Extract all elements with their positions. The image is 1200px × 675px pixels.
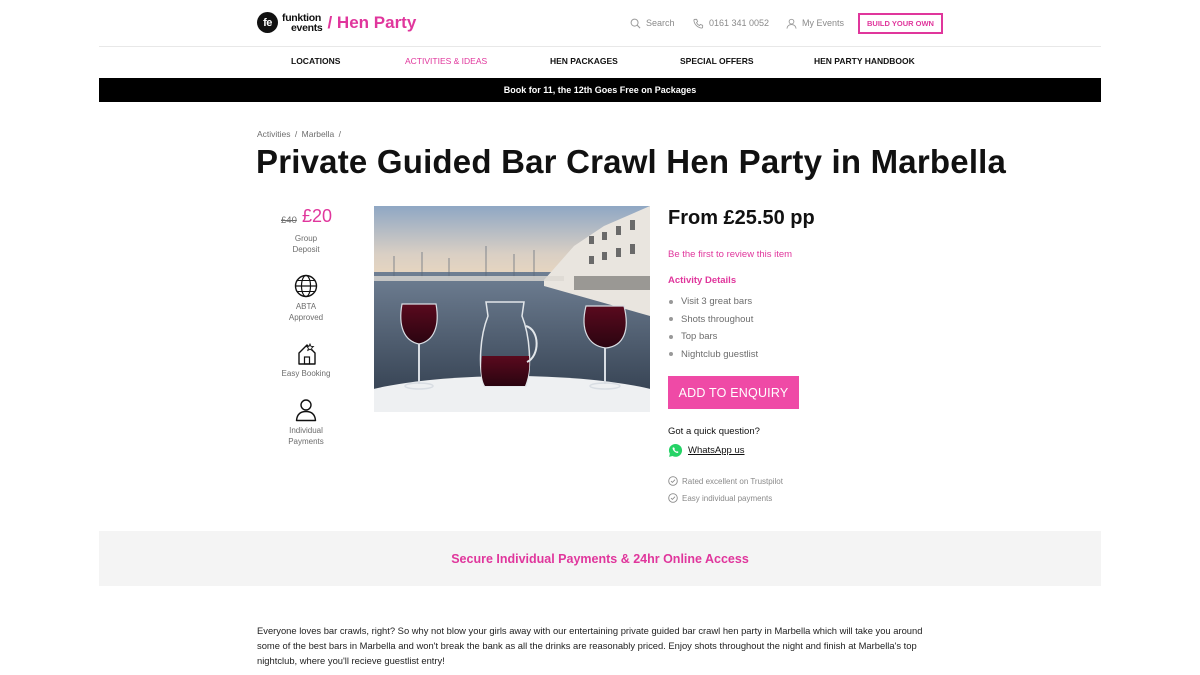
- site-logo[interactable]: fe funktion events / Hen Party: [257, 12, 416, 33]
- old-deposit-price: £40: [281, 215, 297, 226]
- search-icon: [630, 18, 641, 28]
- search-link[interactable]: Search: [630, 14, 675, 32]
- abta-label-line1: ABTA: [295, 302, 317, 311]
- page-title: Private Guided Bar Crawl Hen Party in Ma…: [256, 143, 1007, 180]
- search-label: Search: [646, 18, 675, 28]
- user-icon: [786, 18, 797, 29]
- whatsapp-label: WhatsApp us: [688, 445, 745, 456]
- add-to-enquiry-button[interactable]: ADD TO ENQUIRY: [668, 376, 799, 409]
- trust-point: Rated excellent on Trustpilot: [668, 476, 783, 486]
- logo-line1: funktion: [282, 11, 322, 24]
- trust-point-text: Rated excellent on Trustpilot: [682, 476, 783, 486]
- trust-point-text: Easy individual payments: [682, 493, 773, 503]
- my-events-label: My Events: [802, 18, 845, 28]
- product-description: Everyone loves bar crawls, right? So why…: [257, 625, 923, 666]
- main-nav: LOCATIONS ACTIVITIES & IDEAS HEN PACKAGE…: [0, 56, 1200, 70]
- my-events-link[interactable]: My Events: [786, 14, 844, 32]
- deposit-label-line1: Group: [294, 234, 318, 243]
- phone-number: 0161 341 0052: [709, 18, 770, 28]
- globe-icon: [294, 274, 318, 298]
- secure-payments-band: Secure Individual Payments & 24hr Online…: [99, 531, 1101, 586]
- build-your-own-button[interactable]: BUILD YOUR OWN: [858, 13, 943, 34]
- review-link[interactable]: Be the first to review this item: [668, 249, 792, 260]
- nav-special-offers[interactable]: SPECIAL OFFERS: [680, 56, 754, 66]
- deposit-label-line2: Deposit: [292, 245, 320, 254]
- house-star-icon: [298, 342, 316, 365]
- logo-line2: events: [291, 21, 323, 34]
- activity-details-heading: Activity Details: [668, 275, 737, 286]
- list-item: Nightclub guestlist: [668, 346, 758, 364]
- phone-icon: [693, 18, 704, 29]
- trust-point: Easy individual payments: [668, 493, 772, 503]
- abta-label: ABTA Approved: [261, 301, 351, 323]
- nav-hen-packages[interactable]: HEN PACKAGES: [550, 56, 618, 66]
- breadcrumb-separator: /: [338, 129, 342, 139]
- whatsapp-icon: [668, 443, 683, 457]
- logo-badge: fe: [257, 12, 278, 33]
- product-image[interactable]: [374, 206, 650, 412]
- easy-booking-label-line1: Easy Booking: [281, 369, 331, 378]
- list-item: Shots throughout: [668, 311, 758, 329]
- phone-link[interactable]: 0161 341 0052: [693, 14, 769, 32]
- deposit-label: Group Deposit: [261, 233, 351, 255]
- breadcrumb-separator: /: [294, 129, 298, 139]
- from-price: From £25.50 pp: [668, 207, 815, 229]
- promo-text: Book for 11, the 12th Goes Free on Packa…: [503, 85, 697, 95]
- sangria-marina-photo: [374, 206, 650, 412]
- site-header: fe funktion events / Hen Party Search 01…: [0, 0, 1200, 46]
- secure-payments-text: Secure Individual Payments & 24hr Online…: [451, 551, 749, 566]
- activity-details-list: Visit 3 great bars Shots throughout Top …: [668, 293, 758, 363]
- individual-payments-label-line2: Payments: [288, 437, 324, 446]
- logo-wordmark: funktion events: [282, 11, 323, 34]
- whatsapp-link[interactable]: WhatsApp us: [668, 443, 745, 458]
- list-item: Top bars: [668, 328, 758, 346]
- individual-payments-label: Individual Payments: [261, 425, 351, 447]
- breadcrumb: Activities / Marbella /: [257, 129, 343, 139]
- breadcrumb-marbella[interactable]: Marbella: [302, 129, 335, 139]
- check-circle-icon: [668, 476, 678, 486]
- new-deposit-price: £20: [302, 206, 333, 226]
- brand-suffix: / Hen Party: [327, 12, 417, 32]
- promo-banner[interactable]: Book for 11, the 12th Goes Free on Packa…: [99, 78, 1101, 102]
- list-item: Visit 3 great bars: [668, 293, 758, 311]
- abta-label-line2: Approved: [288, 313, 324, 322]
- header-divider: [99, 46, 1101, 47]
- breadcrumb-activities[interactable]: Activities: [257, 129, 291, 139]
- nav-locations[interactable]: LOCATIONS: [291, 56, 340, 66]
- quick-question-text: Got a quick question?: [668, 426, 760, 437]
- individual-payments-label-line1: Individual: [289, 426, 323, 435]
- nav-activities-ideas[interactable]: ACTIVITIES & IDEAS: [405, 56, 487, 66]
- easy-booking-label: Easy Booking: [261, 368, 351, 379]
- person-icon: [295, 399, 317, 422]
- nav-hen-party-handbook[interactable]: HEN PARTY HANDBOOK: [814, 56, 915, 66]
- check-circle-icon: [668, 493, 678, 503]
